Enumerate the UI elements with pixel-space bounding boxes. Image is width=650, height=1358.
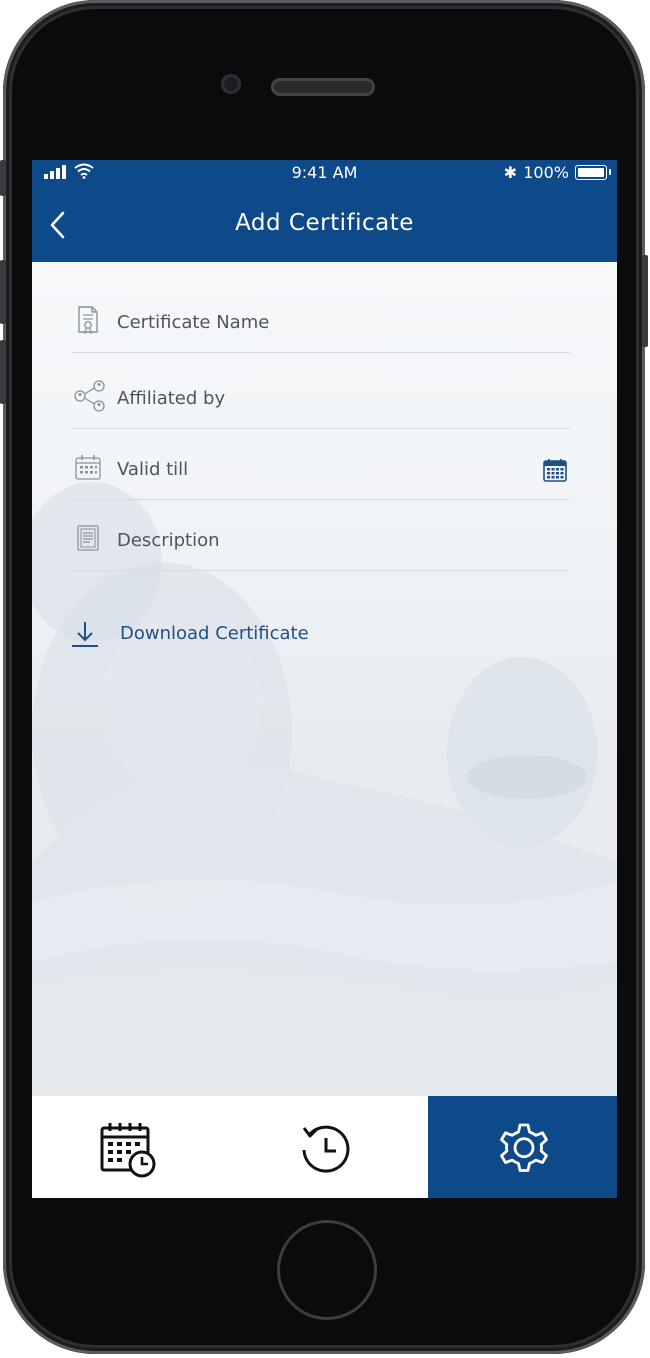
description-field[interactable]: Description xyxy=(72,510,570,571)
certificate-icon xyxy=(78,306,98,335)
volume-up-button xyxy=(0,260,6,324)
front-camera xyxy=(221,74,241,94)
affiliated-by-label: Affiliated by xyxy=(117,388,226,409)
affiliated-by-field[interactable]: Affiliated by xyxy=(72,368,570,429)
valid-till-field[interactable]: Valid till xyxy=(72,439,570,500)
volume-down-button xyxy=(0,340,6,404)
download-certificate-button[interactable]: Download Certificate xyxy=(69,617,369,657)
power-button xyxy=(642,255,648,347)
bluetooth-icon: ✱ xyxy=(503,163,517,182)
certificate-name-field[interactable]: Certificate Name xyxy=(72,292,570,353)
battery-icon xyxy=(575,165,611,180)
form-area: Certificate Name Affiliated by Valid til… xyxy=(32,262,617,1096)
document-icon xyxy=(77,525,99,551)
mute-switch xyxy=(0,160,6,196)
home-button[interactable] xyxy=(277,1220,377,1320)
valid-till-label: Valid till xyxy=(117,459,189,480)
download-certificate-label: Download Certificate xyxy=(120,623,309,644)
app-screen: 9:41 AM ✱ 100% Add Certificate Certifica… xyxy=(32,160,617,1198)
battery-percentage: 100% xyxy=(523,163,569,182)
description-label: Description xyxy=(117,530,220,551)
calendar-icon xyxy=(75,455,101,480)
download-icon xyxy=(72,622,98,647)
status-bar: 9:41 AM ✱ 100% xyxy=(32,160,617,186)
bottom-tab-bar xyxy=(32,1096,617,1198)
tab-schedule[interactable] xyxy=(32,1096,228,1198)
tab-history[interactable] xyxy=(228,1096,428,1198)
certificate-name-label: Certificate Name xyxy=(117,312,270,333)
earpiece-speaker xyxy=(271,78,375,96)
page-title: Add Certificate xyxy=(235,210,414,236)
settings-gear-icon xyxy=(500,1123,548,1172)
tab-settings[interactable] xyxy=(428,1096,617,1198)
affiliation-network-icon xyxy=(74,380,105,412)
history-icon xyxy=(302,1125,350,1173)
header-bar: Add Certificate xyxy=(32,186,617,262)
date-picker-calendar-icon[interactable] xyxy=(542,457,568,483)
calendar-clock-icon xyxy=(100,1123,156,1178)
